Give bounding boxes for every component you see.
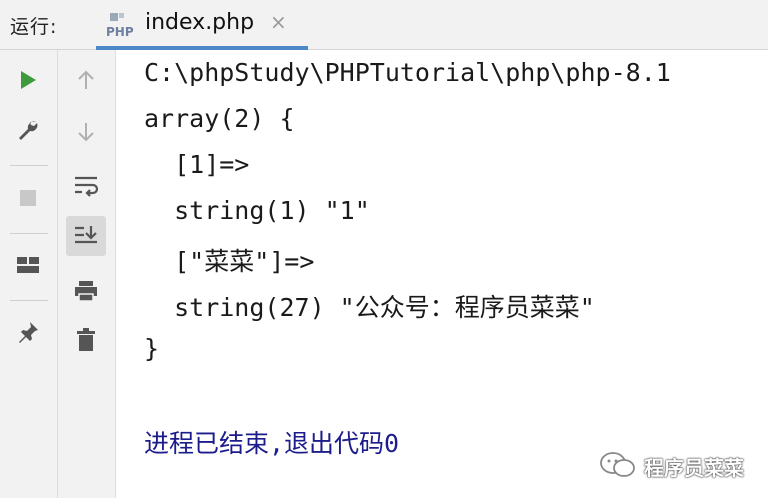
console-actions-toolbar — [58, 50, 116, 498]
toolbar-separator — [10, 165, 48, 166]
tab-index-php[interactable]: PHP index.php × — [96, 0, 308, 50]
print-button[interactable] — [66, 271, 106, 311]
console-line: array(2) { — [144, 104, 295, 133]
pin-icon — [19, 322, 38, 343]
clear-all-button[interactable] — [66, 320, 106, 360]
stop-button[interactable] — [8, 178, 48, 218]
watermark-text: 程序员菜菜 — [644, 456, 744, 480]
console-line: C:\phpStudy\PHPTutorial\php\php-8.1 — [144, 58, 671, 87]
pin-button[interactable] — [8, 312, 48, 352]
run-button[interactable] — [8, 60, 48, 100]
toolbar-separator — [10, 300, 48, 301]
settings-button[interactable] — [8, 110, 48, 150]
stop-icon — [20, 190, 36, 206]
close-tab-icon[interactable]: × — [270, 10, 287, 34]
layout-icon — [17, 257, 39, 273]
console-output[interactable]: C:\phpStudy\PHPTutorial\php\php-8.1 arra… — [116, 50, 768, 498]
tab-title: index.php — [145, 10, 255, 35]
run-actions-toolbar — [0, 50, 58, 498]
svg-text:PHP: PHP — [106, 25, 134, 39]
layout-button[interactable] — [8, 245, 48, 285]
scroll-to-end-icon — [75, 226, 97, 244]
run-icon — [21, 71, 36, 89]
wechat-icon — [600, 452, 635, 477]
run-label: 运行: — [10, 16, 58, 38]
soft-wrap-button[interactable] — [66, 165, 106, 205]
wrench-icon — [19, 121, 38, 140]
previous-occurrence-button[interactable] — [66, 60, 106, 100]
print-icon — [75, 281, 97, 302]
arrow-down-icon — [78, 123, 94, 142]
arrow-up-icon — [78, 70, 94, 89]
console-line: ["菜菜"]=> — [144, 247, 315, 276]
next-occurrence-button[interactable] — [66, 112, 106, 152]
trash-icon — [77, 328, 95, 351]
scroll-to-end-button[interactable] — [66, 216, 106, 256]
console-line: string(27) "公众号：程序员菜菜" — [144, 293, 595, 322]
soft-wrap-icon — [75, 176, 99, 197]
process-exit-message: 进程已结束,退出代码0 — [144, 429, 400, 458]
console-line: string(1) "1" — [144, 196, 370, 225]
console-line: [1]=> — [144, 150, 250, 179]
php-file-icon: PHP — [104, 11, 136, 39]
toolbar-separator — [10, 233, 48, 234]
console-line: } — [144, 334, 160, 363]
run-tool-window-header: 运行: PHP index.php × — [0, 0, 768, 50]
watermark: 程序员菜菜 — [598, 448, 758, 484]
